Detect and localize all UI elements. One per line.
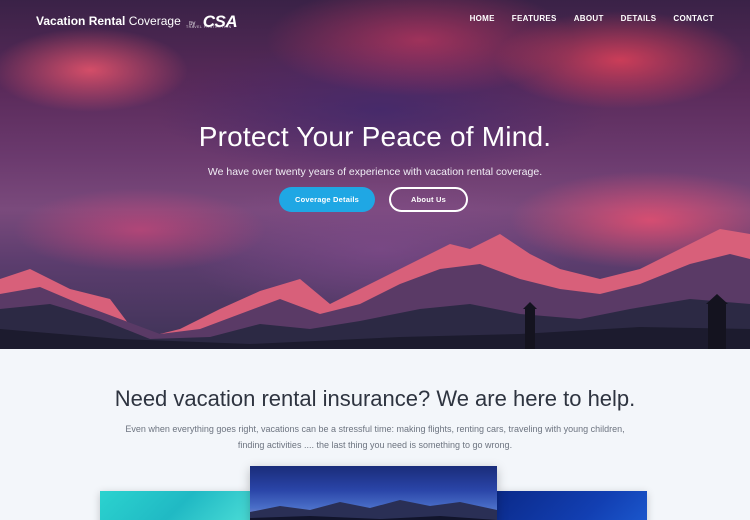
- hero-subtitle: We have over twenty years of experience …: [207, 166, 543, 178]
- intro-paragraph: Even when everything goes right, vacatio…: [125, 424, 625, 450]
- feature-image-ocean: [100, 491, 250, 520]
- coverage-details-button[interactable]: Coverage Details: [279, 187, 375, 212]
- nav-home[interactable]: HOME: [470, 14, 495, 23]
- nav-details[interactable]: DETAILS: [621, 14, 657, 23]
- hero-banner: Vacation Rental Coverage by CSA TRAVEL P…: [0, 0, 750, 349]
- feature-image-blue: [497, 491, 647, 520]
- nav-features[interactable]: FEATURES: [512, 14, 557, 23]
- intro-heading: Need vacation rental insurance? We are h…: [114, 386, 636, 411]
- brand-name-regular: Coverage: [128, 14, 181, 28]
- hero-title: Protect Your Peace of Mind.: [198, 121, 552, 152]
- top-navigation: Vacation Rental Coverage by CSA TRAVEL P…: [0, 0, 750, 36]
- feature-image-mountain-lake: [250, 466, 497, 520]
- mountain-landscape: [0, 229, 750, 349]
- mountain-lake-illustration: [250, 500, 497, 520]
- csa-logo-subtitle: TRAVEL PROTECTION: [186, 25, 232, 29]
- site-logo[interactable]: Vacation Rental Coverage by CSA TRAVEL P…: [36, 12, 238, 32]
- nav-contact[interactable]: CONTACT: [673, 14, 714, 23]
- main-menu: HOME FEATURES ABOUT DETAILS CONTACT: [470, 14, 714, 23]
- about-us-button[interactable]: About Us: [389, 187, 468, 212]
- nav-about[interactable]: ABOUT: [574, 14, 604, 23]
- brand-name-bold: Vacation Rental: [36, 14, 126, 28]
